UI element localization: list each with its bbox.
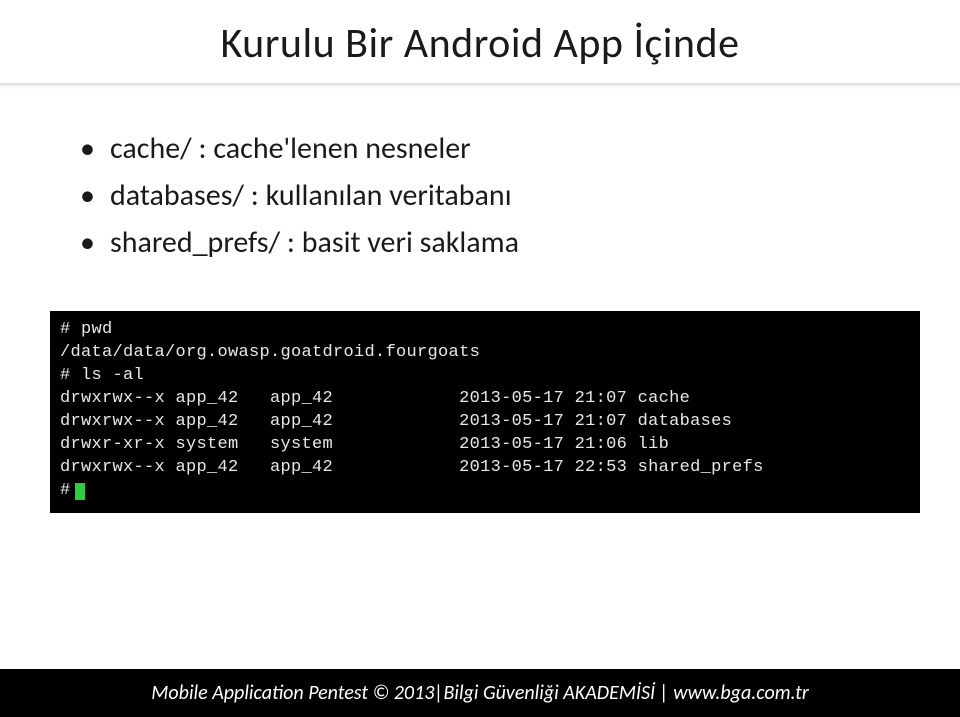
terminal-line-lib: drwxr-xr-x system system 2013-05-17 21:0… (60, 434, 910, 457)
title-bar: Kurulu Bir Android App İçinde (0, 0, 960, 85)
bullet-cache: cache/ : cache'lenen nesneler (80, 130, 880, 167)
cursor-icon (75, 483, 85, 500)
terminal-line-ls: # ls -al (60, 365, 910, 388)
bullet-list: cache/ : cache'lenen nesneler databases/… (80, 130, 880, 261)
slide-title: Kurulu Bir Android App İçinde (40, 18, 920, 69)
bullet-databases: databases/ : kullanılan veritabanı (80, 177, 880, 214)
terminal-line-cache: drwxrwx--x app_42 app_42 2013-05-17 21:0… (60, 388, 910, 411)
footer: Mobile Application Pentest © 2013|Bilgi … (0, 669, 960, 717)
bullet-shared-prefs: shared_prefs/ : basit veri saklama (80, 224, 880, 261)
footer-text: Mobile Application Pentest © 2013|Bilgi … (151, 681, 808, 705)
terminal-line-path: /data/data/org.owasp.goatdroid.fourgoats (60, 342, 910, 365)
terminal-line-pwd: # pwd (60, 319, 910, 342)
content-area: cache/ : cache'lenen nesneler databases/… (0, 85, 960, 533)
terminal-line-sharedprefs: drwxrwx--x app_42 app_42 2013-05-17 22:5… (60, 457, 910, 480)
terminal-screenshot: # pwd /data/data/org.owasp.goatdroid.fou… (50, 311, 920, 513)
terminal-line-prompt: # (60, 480, 910, 503)
terminal-line-databases: drwxrwx--x app_42 app_42 2013-05-17 21:0… (60, 411, 910, 434)
